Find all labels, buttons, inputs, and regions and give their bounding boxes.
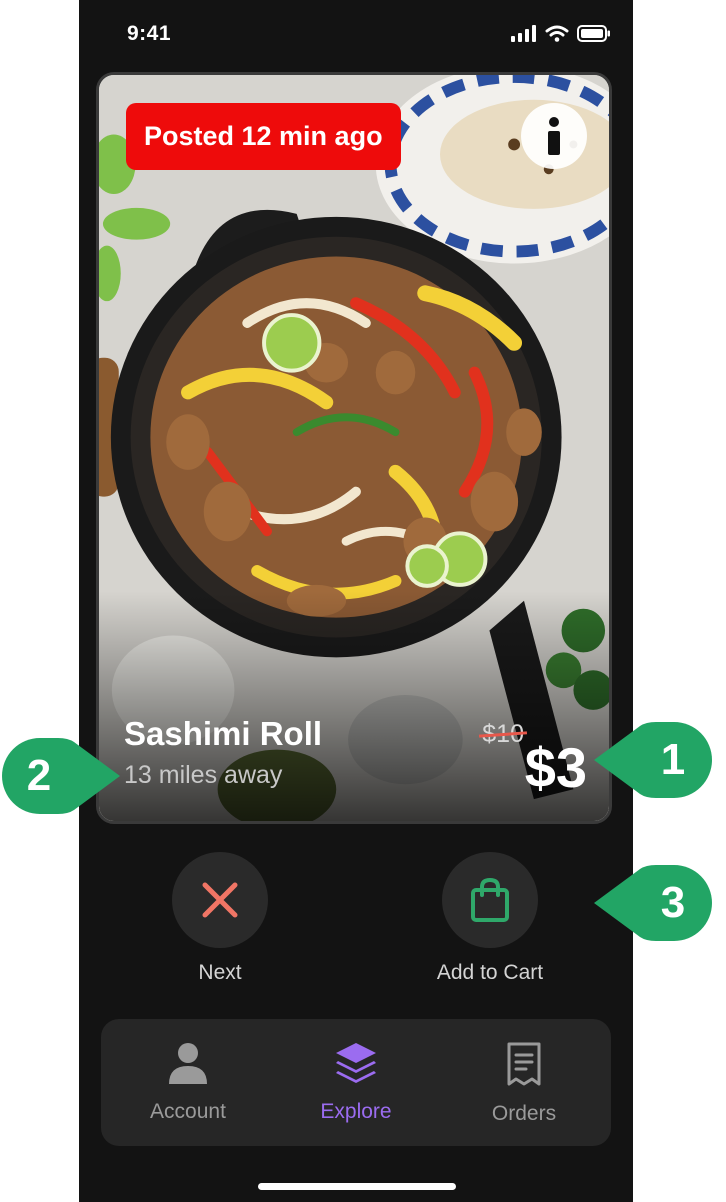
next-button[interactable] (172, 852, 268, 948)
next-label: Next (198, 961, 242, 984)
battery-icon (577, 25, 610, 42)
close-icon (202, 882, 238, 918)
bottom-nav: Account Explore Orders (101, 1019, 611, 1146)
status-icons (511, 25, 611, 42)
info-icon (548, 117, 560, 155)
callout-3: 3 (594, 865, 714, 941)
add-to-cart-button[interactable] (442, 852, 538, 948)
listing-card[interactable]: Posted 12 min ago Sashimi Roll 13 miles … (96, 72, 612, 824)
signal-icon (511, 25, 536, 42)
nav-label-orders: Orders (491, 1102, 557, 1125)
posted-badge: Posted 12 min ago (126, 103, 401, 170)
home-indicator[interactable] (258, 1183, 456, 1190)
nav-label-account: Account (150, 1100, 226, 1123)
callout-2: 2 (0, 738, 120, 814)
add-to-cart-action[interactable]: Add to Cart (400, 852, 580, 985)
callout-number: 2 (26, 751, 52, 800)
add-to-cart-label: Add to Cart (436, 961, 544, 984)
layers-icon (336, 1043, 376, 1083)
status-time: 9:41 (127, 22, 172, 45)
old-price: $10 (479, 720, 528, 749)
nav-item-orders[interactable]: Orders (439, 1041, 609, 1126)
nav-label-explore: Explore (320, 1100, 392, 1123)
callout-number: 1 (660, 735, 686, 784)
shopping-bag-icon (471, 877, 509, 922)
nav-item-explore[interactable]: Explore (271, 1041, 441, 1124)
new-price: $3 (524, 736, 587, 799)
receipt-icon (507, 1042, 541, 1086)
info-button[interactable] (521, 103, 587, 169)
wifi-icon (545, 25, 569, 42)
item-title: Sashimi Roll (124, 715, 323, 752)
nav-item-account[interactable]: Account (103, 1041, 273, 1124)
callout-number: 3 (660, 878, 686, 927)
item-distance: 13 miles away (124, 761, 283, 789)
person-icon (169, 1043, 207, 1084)
callout-1: 1 (594, 722, 714, 798)
phone-screen: 9:41 Posted 12 min ago Sashimi Roll 13 m… (79, 0, 633, 1202)
next-action[interactable]: Next (130, 852, 310, 985)
